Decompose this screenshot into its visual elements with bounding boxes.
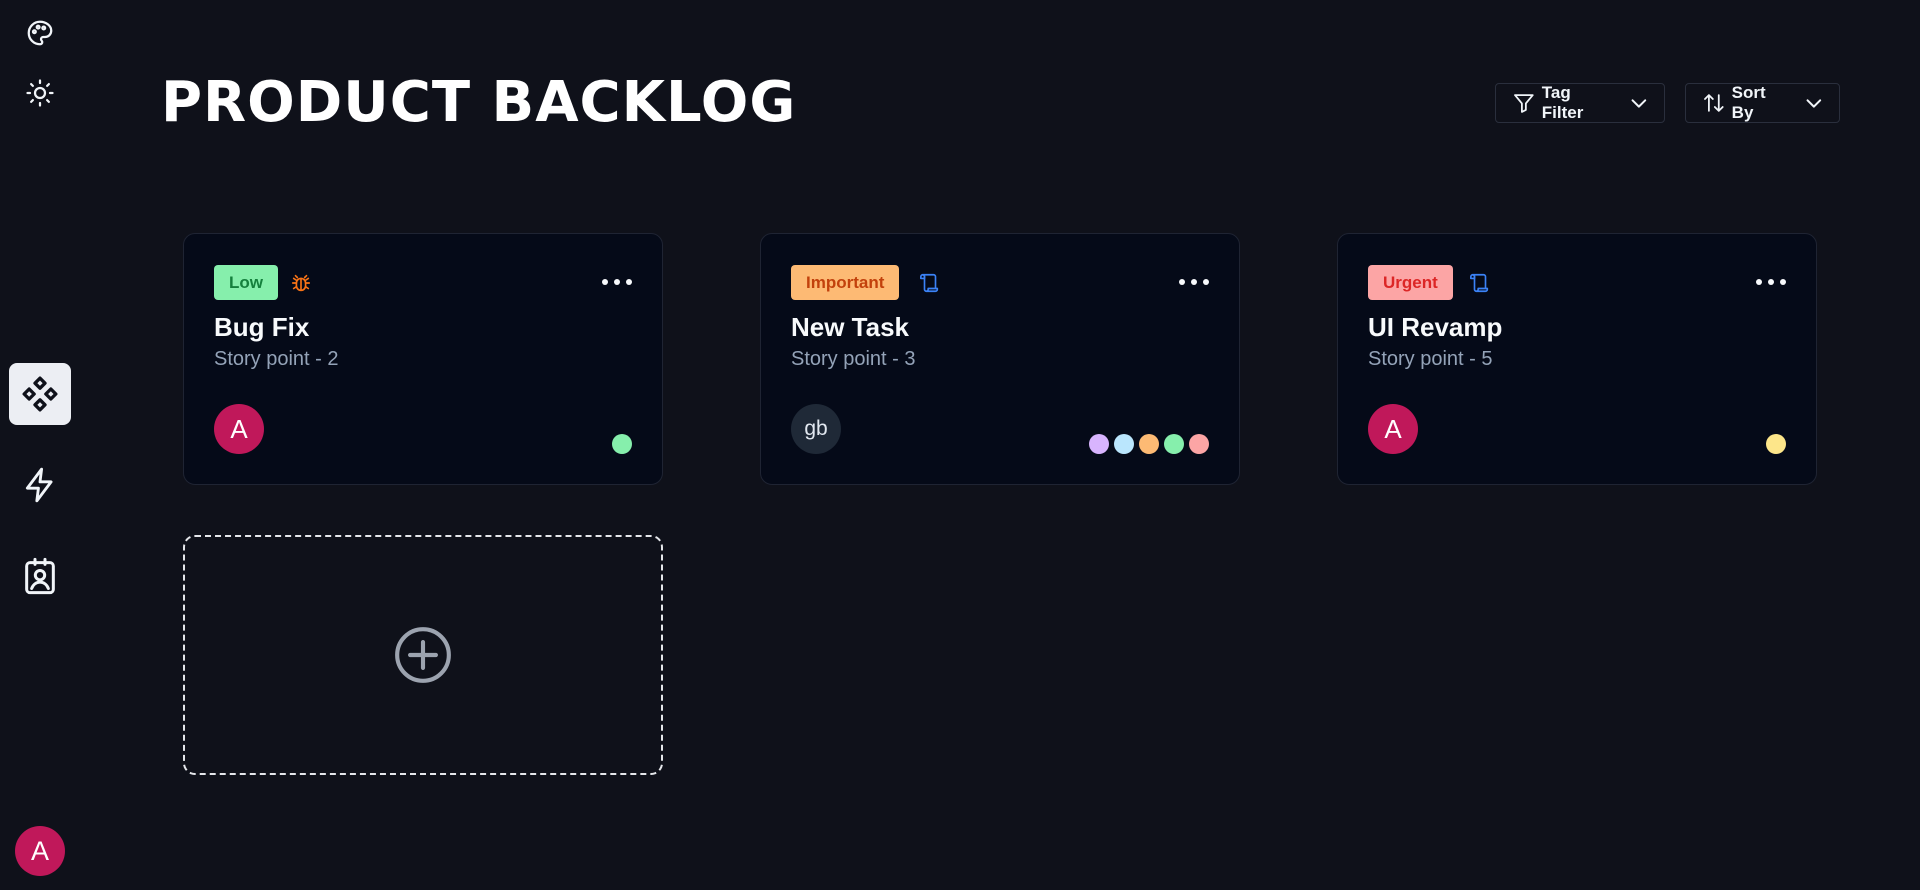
assignee-avatar[interactable]: A [1368, 404, 1418, 454]
plus-circle-icon [395, 627, 451, 683]
assignee-avatar[interactable]: gb [791, 404, 841, 454]
tag-dots [1766, 434, 1786, 454]
app: A PRODUCT BACKLOG Tag Filter Sort By Low [0, 0, 1920, 890]
tag-dot [1089, 434, 1109, 454]
more-options-icon[interactable] [1179, 270, 1209, 294]
card-title: New Task [791, 312, 910, 342]
tag-dots [1089, 434, 1209, 454]
tag-dot [612, 434, 632, 454]
user-avatar[interactable]: A [15, 826, 65, 876]
sidebar: A [0, 0, 80, 890]
backlog-icon[interactable] [9, 363, 71, 425]
scroll-icon [1469, 272, 1491, 299]
priority-badge: Urgent [1368, 265, 1453, 300]
bug-icon [290, 272, 312, 299]
tag-dot [1189, 434, 1209, 454]
add-task-button[interactable] [183, 535, 663, 775]
page-title: PRODUCT BACKLOG [161, 70, 797, 135]
tag-dot [1139, 434, 1159, 454]
assignee-avatar[interactable]: A [214, 404, 264, 454]
contact-icon[interactable] [9, 545, 71, 607]
more-options-icon[interactable] [602, 270, 632, 294]
more-options-icon[interactable] [1756, 270, 1786, 294]
chevron-down-icon [1631, 99, 1647, 108]
tag-dot [1114, 434, 1134, 454]
scroll-icon [919, 272, 941, 299]
task-card-bug-fix[interactable]: Low Bug Fix Story point - 2 A [183, 233, 663, 485]
story-points: Story point - 3 [791, 348, 916, 370]
tag-dots [612, 434, 632, 454]
priority-badge: Low [214, 265, 278, 300]
sun-icon[interactable] [15, 68, 65, 118]
priority-badge: Important [791, 265, 900, 300]
tag-dot [1766, 434, 1786, 454]
card-title: UI Revamp [1368, 312, 1503, 342]
task-card-new-task[interactable]: Important New Task Story point - 3 gb [760, 233, 1240, 485]
tag-filter-button[interactable]: Tag Filter [1495, 83, 1665, 123]
task-card-ui-revamp[interactable]: Urgent UI Revamp Story point - 5 A [1337, 233, 1817, 485]
story-points: Story point - 5 [1368, 348, 1493, 370]
palette-icon[interactable] [15, 8, 65, 58]
lightning-icon[interactable] [9, 454, 71, 516]
card-title: Bug Fix [214, 312, 310, 342]
story-points: Story point - 2 [214, 348, 339, 370]
tag-dot [1164, 434, 1184, 454]
sort-icon [1704, 94, 1724, 112]
tag-filter-label: Tag Filter [1541, 83, 1584, 122]
sort-by-button[interactable]: Sort By [1685, 83, 1840, 123]
sort-by-label: Sort By [1731, 83, 1766, 122]
filter-icon [1514, 94, 1534, 113]
chevron-down-icon [1806, 99, 1822, 108]
